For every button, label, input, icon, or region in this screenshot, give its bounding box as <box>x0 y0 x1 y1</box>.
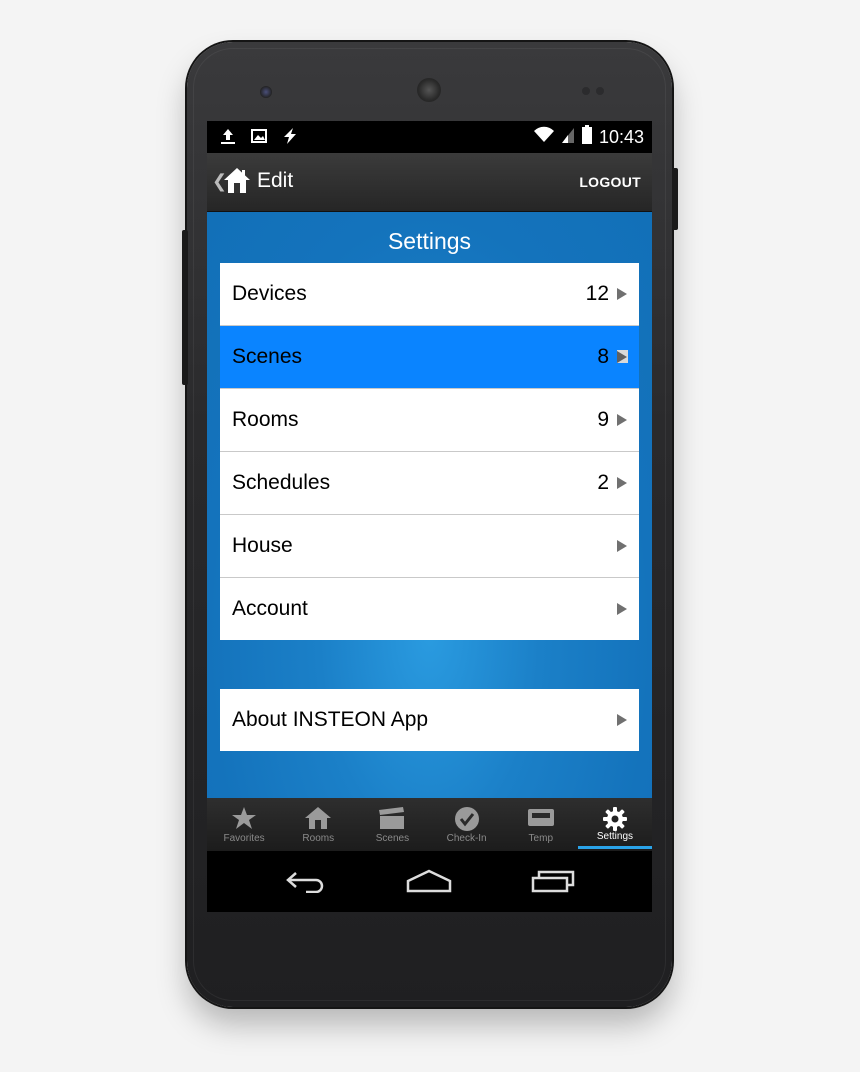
tab-temp[interactable]: Temp <box>504 798 578 851</box>
home-icon[interactable] <box>223 166 251 201</box>
home-button-icon[interactable] <box>406 869 452 898</box>
active-tab-indicator <box>577 846 652 849</box>
front-camera <box>260 86 272 98</box>
settings-list: Devices 12 Scenes 8 Rooms 9 Schedules 2 … <box>220 263 639 640</box>
arrow-right-icon <box>617 540 627 552</box>
tab-label: Temp <box>528 833 553 844</box>
list-item-label: About INSTEON App <box>232 708 429 731</box>
arrow-right-icon <box>617 288 627 300</box>
light-sensor <box>596 87 604 95</box>
tab-rooms[interactable]: Rooms <box>281 798 355 851</box>
settings-item-about[interactable]: About INSTEON App <box>220 689 639 751</box>
bolt-icon <box>281 127 299 150</box>
list-item-count: 12 <box>585 282 609 305</box>
arrow-right-icon <box>617 714 627 726</box>
list-item-label: Schedules <box>232 471 331 494</box>
proximity-sensor <box>582 87 590 95</box>
volume-button <box>182 230 188 385</box>
tab-scenes[interactable]: Scenes <box>355 798 429 851</box>
page-title: Edit <box>257 169 294 192</box>
tab-check-in[interactable]: Check-In <box>430 798 504 851</box>
house-icon <box>305 807 332 829</box>
tab-label: Check-In <box>446 833 487 844</box>
image-icon <box>251 128 267 149</box>
settings-item-rooms[interactable]: Rooms 9 <box>220 389 639 452</box>
power-button <box>672 168 678 230</box>
list-item-label: Rooms <box>232 408 299 431</box>
list-item-label: Account <box>232 597 308 620</box>
tab-bar: Favorites Rooms Scenes Check-In Temp Set… <box>207 798 652 851</box>
tab-label: Scenes <box>375 833 410 844</box>
settings-item-schedules[interactable]: Schedules 2 <box>220 452 639 515</box>
arrow-right-icon <box>617 477 627 489</box>
arrow-right-icon <box>617 350 628 363</box>
clapperboard-icon <box>379 807 405 829</box>
system-nav-bar <box>207 851 652 912</box>
settings-panel: Settings Devices 12 Scenes 8 Rooms 9 Sch… <box>207 212 652 798</box>
back-icon[interactable] <box>284 869 328 898</box>
thermostat-icon <box>527 809 554 826</box>
recent-apps-icon[interactable] <box>531 869 575 898</box>
action-bar: ❮ Edit LOGOUT <box>207 153 652 212</box>
tab-settings[interactable]: Settings <box>577 798 652 851</box>
about-list: About INSTEON App <box>220 689 639 751</box>
list-item-label: Scenes <box>232 345 303 368</box>
battery-icon <box>581 125 593 150</box>
logout-button[interactable]: LOGOUT <box>579 174 641 190</box>
star-icon <box>232 807 257 829</box>
list-item-count: 9 <box>597 408 609 431</box>
tab-label: Settings <box>596 831 634 842</box>
signal-icon <box>561 126 575 149</box>
settings-item-scenes[interactable]: Scenes 8 <box>220 326 639 389</box>
section-title: Settings <box>387 228 472 254</box>
tab-label: Rooms <box>302 833 335 844</box>
phone-screen: 10:43 ❮ Edit LOGOUT Settings Devices 12 … <box>207 121 652 912</box>
tab-favorites[interactable]: Favorites <box>207 798 281 851</box>
settings-item-house[interactable]: House <box>220 515 639 578</box>
gear-icon <box>602 807 627 831</box>
list-item-count: 2 <box>597 471 609 494</box>
settings-item-devices[interactable]: Devices 12 <box>220 263 639 326</box>
list-item-count: 8 <box>597 345 609 368</box>
settings-item-account[interactable]: Account <box>220 578 639 640</box>
clock: 10:43 <box>598 127 644 147</box>
earpiece-speaker <box>417 78 441 102</box>
list-item-label: Devices <box>232 282 307 305</box>
wifi-icon <box>533 126 555 149</box>
list-item-label: House <box>232 534 293 557</box>
arrow-right-icon <box>617 414 627 426</box>
upload-icon <box>219 127 237 150</box>
arrow-right-icon <box>617 603 627 615</box>
check-circle-icon <box>454 807 479 831</box>
status-bar: 10:43 <box>207 121 652 153</box>
tab-label: Favorites <box>223 833 265 844</box>
